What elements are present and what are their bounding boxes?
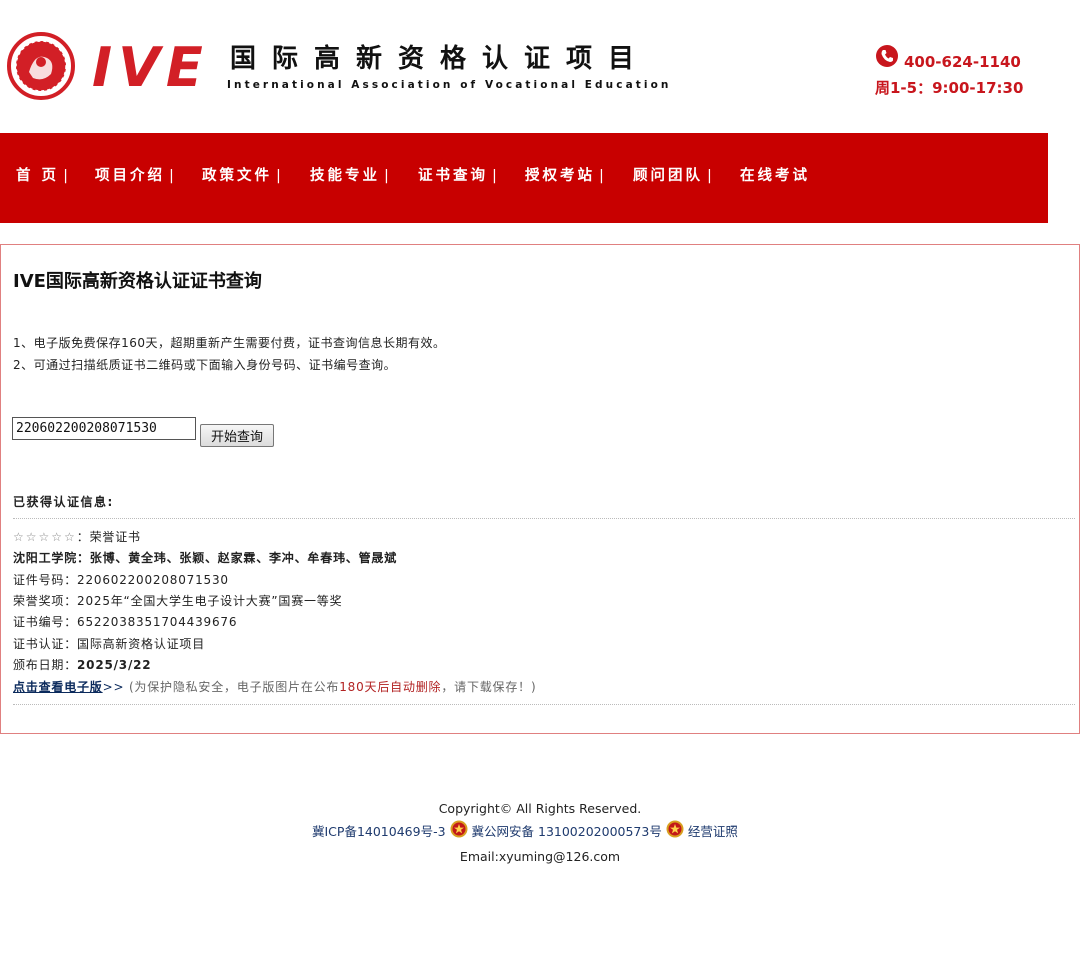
note-line-1: 1、电子版免费保存160天，超期重新产生需要付费，证书查询信息长期有效。 bbox=[13, 336, 446, 350]
main-nav: 首 页 | 项目介绍 | 政策文件 | 技能专业 | 证书查询 | 授权考站 | 顾问团队 |… bbox=[0, 133, 1048, 223]
id-value: 220602200208071530 bbox=[77, 573, 229, 587]
cert-number-label: 证书编号： bbox=[13, 615, 78, 629]
award-row: 荣誉奖项：2025年“全国大学生电子设计大赛”国赛一等奖 bbox=[13, 593, 342, 609]
nav-item-cert-query[interactable]: 证书查询 | bbox=[418, 166, 497, 186]
nav-item-label: 顾问团队 bbox=[633, 168, 703, 184]
award-label: 荣誉奖项： bbox=[13, 594, 78, 608]
nav-separator: | bbox=[63, 168, 68, 184]
privacy-notice-suffix: ，请下载保存！) bbox=[441, 680, 537, 694]
logo-emblem-icon bbox=[7, 32, 75, 100]
cert-type-value: 荣誉证书 bbox=[89, 530, 141, 544]
nav-item-label: 技能专业 bbox=[310, 168, 380, 184]
police-record-link[interactable]: 冀公网安备 13100202000573号 bbox=[472, 824, 662, 839]
business-license-link[interactable]: 经营证照 bbox=[688, 824, 738, 839]
logo-text: IVE bbox=[92, 36, 209, 99]
id-row: 证件号码：220602200208071530 bbox=[13, 572, 229, 588]
search-input[interactable] bbox=[12, 417, 196, 440]
icp-link[interactable]: 冀ICP备14010469号-3 bbox=[312, 824, 446, 839]
footer-links: 冀ICP备14010469号-3 冀公网安备 13100202000573号 经… bbox=[312, 819, 738, 840]
issue-date-value: 2025/3/22 bbox=[77, 658, 152, 672]
team-row: 沈阳工学院：张博、黄全玮、张颖、赵家霖、李冲、牟春玮、管晟斌 bbox=[13, 551, 398, 565]
nav-separator: | bbox=[276, 168, 281, 184]
page-title: IVE国际高新资格认证证书查询 bbox=[13, 271, 262, 292]
nav-item-home[interactable]: 首 页 | bbox=[16, 166, 68, 186]
issue-date-row: 颁布日期：2025/3/22 bbox=[13, 657, 151, 673]
view-electronic-link[interactable]: 点击查看电子版 bbox=[13, 680, 103, 694]
nav-separator: | bbox=[492, 168, 497, 184]
privacy-notice-prefix: (为保护隐私安全，电子版图片在公布 bbox=[128, 680, 340, 694]
privacy-notice-highlight: 180天后自动删除 bbox=[339, 680, 442, 694]
nav-separator: | bbox=[599, 168, 604, 184]
nav-item-label: 在线考试 bbox=[740, 168, 810, 184]
cert-number-row: 证书编号：6522038351704439676 bbox=[13, 614, 237, 630]
nav-item-label: 证书查询 bbox=[418, 168, 488, 184]
note-line-2: 2、可通过扫描纸质证书二维码或下面输入身份号码、证书编号查询。 bbox=[13, 358, 397, 372]
nav-separator: | bbox=[384, 168, 389, 184]
cert-auth-label: 证书认证： bbox=[13, 637, 78, 651]
query-panel: IVE国际高新资格认证证书查询 1、电子版免费保存160天，超期重新产生需要付费… bbox=[0, 244, 1080, 734]
nav-separator: | bbox=[169, 168, 174, 184]
nav-item-project-intro[interactable]: 项目介绍 | bbox=[95, 166, 174, 186]
nav-item-label: 项目介绍 bbox=[95, 168, 165, 184]
cert-type-label: ： bbox=[76, 530, 90, 544]
divider bbox=[13, 704, 1075, 705]
nav-separator: | bbox=[707, 168, 712, 184]
business-hours: 周1-5：9:00-17:30 bbox=[875, 79, 1024, 97]
cert-auth-row: 证书认证：国际高新资格认证项目 bbox=[13, 636, 205, 652]
link-arrow: >> bbox=[102, 680, 125, 694]
phone-number: 400-624-1140 bbox=[904, 53, 1021, 71]
divider bbox=[13, 518, 1075, 519]
result-section-title: 已获得认证信息: bbox=[13, 495, 114, 509]
rating-stars-icon: ☆☆☆☆☆ bbox=[13, 530, 77, 544]
award-value: 2025年“全国大学生电子设计大赛”国赛一等奖 bbox=[77, 594, 343, 608]
nav-item-label: 首 页 bbox=[16, 168, 60, 184]
issue-date-label: 颁布日期： bbox=[13, 658, 78, 672]
nav-item-policy[interactable]: 政策文件 | bbox=[202, 166, 281, 186]
contact-email: Email:xyuming@126.com bbox=[459, 849, 621, 864]
police-badge-icon bbox=[450, 820, 468, 838]
view-electronic-row: 点击查看电子版>> (为保护隐私安全，电子版图片在公布180天后自动删除，请下载… bbox=[13, 679, 536, 695]
license-badge-icon bbox=[666, 820, 684, 838]
site-title-en: International Association of Vocational … bbox=[227, 79, 672, 91]
site-title-cn: 国际高新资格认证项目 bbox=[230, 44, 651, 74]
start-query-button[interactable]: 开始查询 bbox=[200, 424, 274, 447]
id-label: 证件号码： bbox=[13, 573, 78, 587]
nav-item-skills[interactable]: 技能专业 | bbox=[310, 166, 389, 186]
cert-auth-value: 国际高新资格认证项目 bbox=[77, 637, 206, 651]
phone-icon bbox=[876, 45, 898, 67]
cert-number-value: 6522038351704439676 bbox=[77, 615, 238, 629]
site-header: IVE 国际高新资格认证项目 International Association… bbox=[0, 0, 1080, 133]
nav-item-label: 政策文件 bbox=[202, 168, 272, 184]
cert-type-row: ☆☆☆☆☆：荣誉证书 bbox=[13, 529, 141, 545]
nav-item-advisors[interactable]: 顾问团队 | bbox=[633, 166, 712, 186]
copyright: Copyright© All Rights Reserved. bbox=[438, 801, 642, 816]
nav-item-test-centers[interactable]: 授权考站 | bbox=[525, 166, 604, 186]
nav-item-online-exam[interactable]: 在线考试 bbox=[740, 166, 810, 186]
nav-item-label: 授权考站 bbox=[525, 168, 595, 184]
